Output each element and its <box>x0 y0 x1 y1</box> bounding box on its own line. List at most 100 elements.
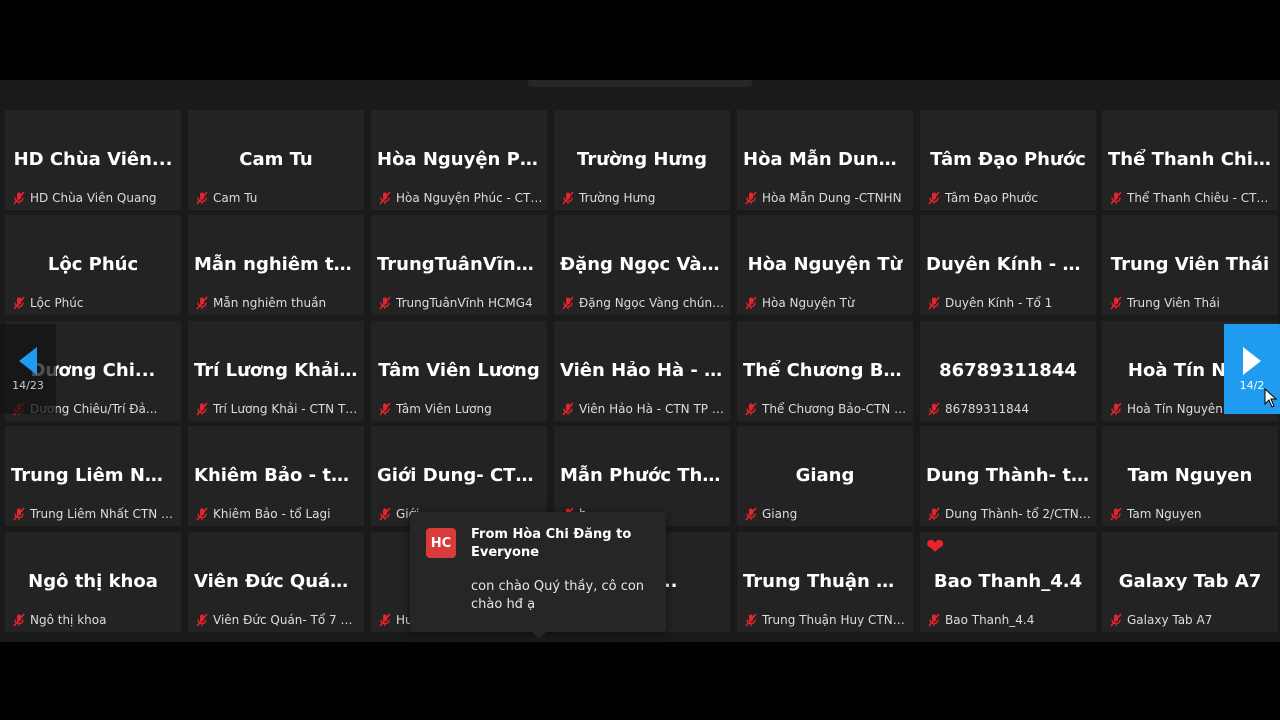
participant-name: HD Chùa Viên... <box>13 149 173 170</box>
participant-label: Ngô thị khoa <box>12 612 177 628</box>
muted-mic-icon <box>744 613 758 627</box>
participant-label-text: Thể Thanh Chiêu - CTN H... <box>1127 191 1274 205</box>
participant-name: Hòa Mẫn Dung... <box>743 149 912 170</box>
participant-label-text: Khiêm Bảo - tổ Lagi <box>213 507 331 521</box>
participant-label-text: Galaxy Tab A7 <box>1127 613 1213 627</box>
participant-label: Viên Hảo Hà - CTN TP HC... <box>561 401 726 417</box>
participant-tile[interactable]: Thể Chương Bả... Thể Chương Bảo-CTN Đồ... <box>737 321 913 421</box>
participant-tile[interactable]: Galaxy Tab A7 Galaxy Tab A7 <box>1102 532 1278 632</box>
participant-name: Trường Hưng <box>577 149 707 170</box>
participant-tile[interactable]: Hòa Mẫn Dung... Hòa Mẫn Dung -CTNHN <box>737 110 913 210</box>
participant-label-text: Cam Tu <box>213 191 258 205</box>
participant-tile[interactable]: Giới Dung- CTN... Giới <box>371 426 547 526</box>
participant-label: Khiêm Bảo - tổ Lagi <box>195 506 360 522</box>
participant-label: Duyên Kính - Tổ 1 <box>927 295 1092 311</box>
muted-mic-icon <box>927 613 941 627</box>
participant-label: Hòa Nguyện Từ <box>744 295 909 311</box>
participant-name: Khiêm Bảo - tổ... <box>194 465 364 486</box>
muted-mic-icon <box>744 296 758 310</box>
participant-name: Cam Tu <box>239 149 313 170</box>
participant-label-text: Viên Đức Quán- Tổ 7 CT... <box>213 613 360 627</box>
participant-tile[interactable]: Thể Thanh Chiê... Thể Thanh Chiêu - CTN H… <box>1102 110 1278 210</box>
participant-label: HD Chùa Viên Quang <box>12 190 177 206</box>
muted-mic-icon <box>1109 191 1123 205</box>
participant-tile[interactable]: Tâm Đạo Phước Tâm Đạo Phước <box>920 110 1096 210</box>
participant-label: Thể Thanh Chiêu - CTN H... <box>1109 190 1274 206</box>
participant-tile[interactable]: Đặng Ngọc Vàn... Đặng Ngọc Vàng chúng ... <box>554 215 730 315</box>
participant-name: Galaxy Tab A7 <box>1118 571 1262 592</box>
participant-tile[interactable]: Trí Lương Khải... Trí Lương Khải - CTN TP… <box>188 321 364 421</box>
participant-label: Galaxy Tab A7 <box>1109 612 1274 628</box>
participant-tile[interactable]: Khiêm Bảo - tổ... Khiêm Bảo - tổ Lagi <box>188 426 364 526</box>
participant-label: Tâm Viên Lương <box>378 401 543 417</box>
participant-label: Trường Hưng <box>561 190 726 206</box>
participant-tile[interactable]: Viên Hảo Hà - C... Viên Hảo Hà - CTN TP H… <box>554 321 730 421</box>
muted-mic-icon <box>12 507 26 521</box>
participant-name: Thể Chương Bả... <box>743 360 913 381</box>
toolbar-handle[interactable] <box>528 80 752 87</box>
participant-name: Mẫn Phước Thịnh <box>560 465 730 486</box>
participant-name: 86789311844 <box>939 360 1077 381</box>
participant-label-text: Tâm Viên Lương <box>396 402 492 416</box>
participant-tile[interactable]: Tâm Viên Lương Tâm Viên Lương <box>371 321 547 421</box>
participant-tile[interactable]: Mẫn Phước Thịnhh <box>554 426 730 526</box>
chevron-left-icon <box>19 346 37 375</box>
muted-mic-icon <box>195 191 209 205</box>
page-indicator-right: 14/2 <box>1239 378 1265 392</box>
participant-tile[interactable]: Trường Hưng Trường Hưng <box>554 110 730 210</box>
participant-label-text: Hòa Nguyện Phúc - CTN ... <box>396 191 543 205</box>
previous-page-button[interactable]: 14/23 <box>0 324 56 414</box>
participant-label-text: Tam Nguyen <box>1127 507 1202 521</box>
participant-name: Giới Dung- CTN... <box>377 465 547 486</box>
participant-tile[interactable]: Duyên Kính - T... Duyên Kính - Tổ 1 <box>920 215 1096 315</box>
participant-tile[interactable]: TrungTuânVĩnh... TrungTuânVĩnh HCMG4 <box>371 215 547 315</box>
muted-mic-icon <box>744 402 758 416</box>
participant-label-text: Trí Lương Khải - CTN TP.... <box>213 402 360 416</box>
participant-label-text: Thể Chương Bảo-CTN Đồ... <box>762 402 909 416</box>
participant-tile[interactable]: Bao Thanh_4.4 Bao Thanh_4.4 ❤ <box>920 532 1096 632</box>
participant-tile[interactable]: Trung Liêm Nhấ... Trung Liêm Nhất CTN HCM <box>5 426 181 526</box>
participant-tile[interactable]: Dung Thành- tổ... Dung Thành- tổ 2/CTN H.… <box>920 426 1096 526</box>
participant-label-text: Tâm Đạo Phước <box>945 191 1038 205</box>
participant-tile[interactable]: Ngô thị khoa Ngô thị khoa <box>5 532 181 632</box>
participant-name: Viên Hảo Hà - C... <box>560 360 730 381</box>
muted-mic-icon <box>561 296 575 310</box>
participant-label-text: Trung Viên Thái <box>1127 296 1220 310</box>
participant-tile[interactable]: 86789311844 86789311844 <box>920 321 1096 421</box>
participant-label-text: Giang <box>762 507 798 521</box>
muted-mic-icon <box>12 191 26 205</box>
muted-mic-icon <box>927 296 941 310</box>
chat-notification[interactable]: HC From Hòa Chi Đăng to Everyone con chà… <box>410 512 666 632</box>
participant-label: Cam Tu <box>195 190 360 206</box>
participant-tile[interactable]: Viên Đức Quán-... Viên Đức Quán- Tổ 7 CT.… <box>188 532 364 632</box>
participant-tile[interactable]: Giang Giang <box>737 426 913 526</box>
participant-label-text: Trung Liêm Nhất CTN HCM <box>30 507 177 521</box>
participant-tile[interactable]: Tam Nguyen Tam Nguyen <box>1102 426 1278 526</box>
participant-tile[interactable]: Trung Thuận H... Trung Thuận Huy CTNBD <box>737 532 913 632</box>
participant-tile[interactable]: Trung Viên Thái Trung Viên Thái <box>1102 215 1278 315</box>
muted-mic-icon <box>195 507 209 521</box>
participant-name: Trung Thuận H... <box>743 571 912 592</box>
participant-tile[interactable]: Lộc Phúc Lộc Phúc <box>5 215 181 315</box>
participant-label: TrungTuânVĩnh HCMG4 <box>378 295 543 311</box>
participant-name: Hòa Nguyện Từ <box>747 254 903 275</box>
mouse-cursor-icon <box>1264 388 1278 408</box>
muted-mic-icon <box>195 402 209 416</box>
participant-name: TrungTuânVĩnh... <box>377 254 547 275</box>
participant-tile[interactable]: Hòa Nguyện Từ Hòa Nguyện Từ <box>737 215 913 315</box>
participant-tile[interactable]: Mẫn nghiêm th... Mẫn nghiêm thuần <box>188 215 364 315</box>
muted-mic-icon <box>927 402 941 416</box>
participant-name: Viên Đức Quán-... <box>194 571 364 592</box>
participant-label-text: Duyên Kính - Tổ 1 <box>945 296 1053 310</box>
participant-name: Giang <box>795 465 855 486</box>
participant-name: Trung Liêm Nhấ... <box>11 465 181 486</box>
participant-name: Ngô thị khoa <box>28 571 158 592</box>
participant-tile[interactable]: Hòa Nguyện Ph... Hòa Nguyện Phúc - CTN ..… <box>371 110 547 210</box>
participant-label-text: Trường Hưng <box>579 191 656 205</box>
participant-tile[interactable]: Cam Tu Cam Tu <box>188 110 364 210</box>
participant-tile[interactable]: HD Chùa Viên... HD Chùa Viên Quang <box>5 110 181 210</box>
muted-mic-icon <box>195 613 209 627</box>
participant-label: 86789311844 <box>927 401 1092 417</box>
muted-mic-icon <box>378 191 392 205</box>
participant-name: Bao Thanh_4.4 <box>933 571 1083 592</box>
